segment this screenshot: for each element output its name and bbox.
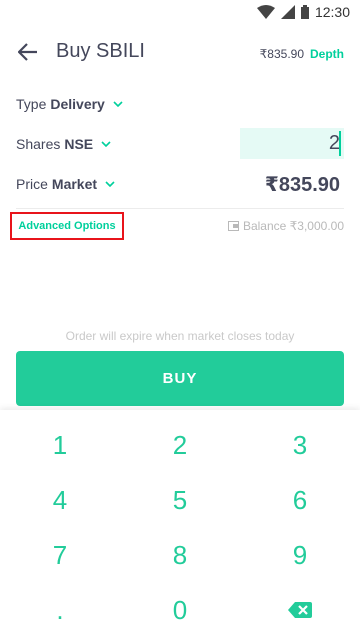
buy-button[interactable]: BUY <box>16 351 344 406</box>
chevron-down-icon <box>101 141 111 147</box>
key-4[interactable]: 4 <box>0 473 120 527</box>
backspace-icon <box>288 602 312 618</box>
expiry-note: Order will expire when market closes tod… <box>65 329 295 343</box>
advanced-options-label: Advanced Options <box>18 220 116 232</box>
key-8[interactable]: 8 <box>120 528 240 582</box>
status-time: 12:30 <box>314 4 350 20</box>
balance-info: Balance ₹3,000.00 <box>227 219 344 233</box>
advanced-options-button[interactable]: Advanced Options <box>10 212 124 240</box>
key-2[interactable]: 2 <box>120 418 240 472</box>
numeric-keypad: 1 2 3 4 5 6 7 8 9 . 0 <box>0 410 360 640</box>
backspace-key[interactable] <box>240 583 360 637</box>
chevron-down-icon <box>105 181 115 187</box>
wifi-icon <box>256 5 275 19</box>
balance-text: Balance ₹3,000.00 <box>242 219 344 233</box>
type-label: Type <box>16 96 47 112</box>
key-decimal[interactable]: . <box>0 583 120 637</box>
price-value: ₹835.90 <box>264 174 340 196</box>
price-label: Price <box>16 176 48 192</box>
key-0[interactable]: 0 <box>120 583 240 637</box>
arrow-left-icon <box>18 43 37 61</box>
wallet-icon <box>227 221 239 231</box>
key-1[interactable]: 1 <box>0 418 120 472</box>
status-bar: 12:30 <box>0 0 360 24</box>
type-value: Delivery <box>50 96 105 112</box>
price-type-selector[interactable]: Price Market <box>16 176 115 192</box>
battery-icon <box>300 5 309 19</box>
header-price: ₹835.90 <box>259 47 304 61</box>
key-3[interactable]: 3 <box>240 418 360 472</box>
signal-icon <box>280 5 295 19</box>
key-9[interactable]: 9 <box>240 528 360 582</box>
quantity-input[interactable] <box>240 128 344 159</box>
divider <box>16 208 344 209</box>
key-5[interactable]: 5 <box>120 473 240 527</box>
shares-label: Shares <box>16 136 61 152</box>
price-type-value: Market <box>51 176 98 192</box>
page-title: Buy SBILI <box>56 40 145 62</box>
depth-link[interactable]: Depth <box>310 47 344 61</box>
back-button[interactable] <box>14 38 42 66</box>
exchange-value: NSE <box>64 136 94 152</box>
chevron-down-icon <box>113 101 123 107</box>
key-7[interactable]: 7 <box>0 528 120 582</box>
exchange-selector[interactable]: Shares NSE <box>16 136 111 152</box>
text-cursor <box>339 131 341 156</box>
key-6[interactable]: 6 <box>240 473 360 527</box>
order-type-selector[interactable]: Type Delivery <box>16 96 123 112</box>
app-header: Buy SBILI ₹835.90 Depth <box>0 24 360 80</box>
